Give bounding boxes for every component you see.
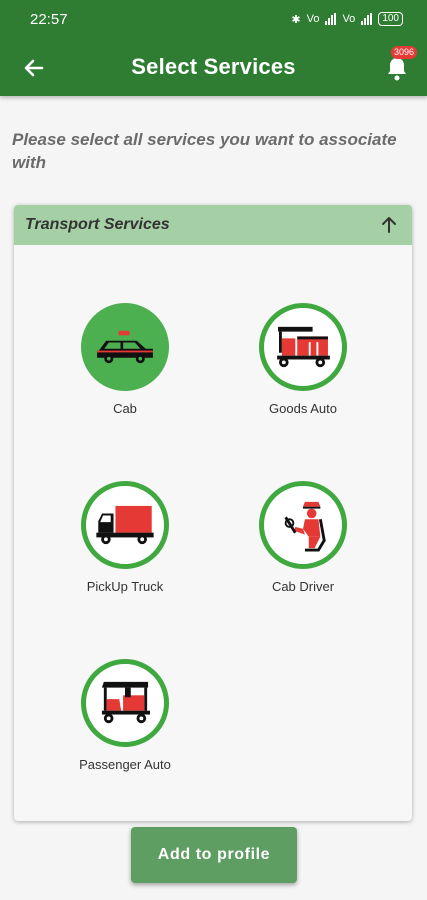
service-icon-circle (81, 481, 169, 569)
signal-label-2: Vo (342, 13, 356, 25)
passenger-auto-icon (101, 681, 150, 724)
add-to-profile-button[interactable]: Add to profile (131, 827, 297, 883)
service-passenger-auto[interactable]: Passenger Auto (50, 659, 200, 772)
service-icon-circle (81, 303, 169, 391)
bluetooth-icon: ✱ (291, 13, 301, 26)
service-label: Cab Driver (271, 579, 335, 594)
battery-icon: 100 (378, 12, 403, 26)
app-bar: 22:57 ✱ Vo Vo 100 Select Services 3096 (0, 0, 427, 96)
notification-badge: 3096 (390, 46, 417, 59)
goods-auto-icon (277, 326, 330, 368)
category-title: Transport Services (25, 216, 170, 233)
instructions-text: Please select all services you want to a… (12, 130, 397, 172)
signal-label-1: Vo (306, 13, 320, 25)
service-label: Goods Auto (269, 401, 337, 416)
page-title: Select Services (131, 54, 296, 79)
signal-bars-icon (325, 13, 337, 25)
service-label: PickUp Truck (86, 579, 164, 594)
category-header[interactable]: Transport Services (14, 205, 412, 245)
status-time: 22:57 (30, 10, 68, 28)
service-category-card: Transport Services Cab Goods Auto PickUp… (14, 205, 412, 821)
bell-icon (388, 58, 406, 81)
service-icon-circle (259, 481, 347, 569)
arrow-up-icon[interactable] (380, 216, 398, 234)
notifications-button[interactable]: 3096 (383, 46, 417, 82)
service-cab-driver[interactable]: Cab Driver (228, 481, 378, 594)
service-label: Passenger Auto (79, 757, 171, 772)
signal-bars-icon-2 (361, 13, 373, 25)
taxi-car-icon (97, 330, 153, 364)
service-icon-circle (259, 303, 347, 391)
pickup-truck-icon (96, 505, 154, 545)
service-goods-auto[interactable]: Goods Auto (228, 303, 378, 416)
service-icon-circle (81, 659, 169, 747)
driver-icon (284, 501, 326, 552)
service-label: Cab (113, 401, 137, 416)
status-icons: ✱ Vo Vo 100 (291, 12, 403, 26)
toolbar: Select Services 3096 (0, 38, 427, 96)
service-cab[interactable]: Cab (50, 303, 200, 416)
status-bar: 22:57 ✱ Vo Vo 100 (0, 0, 427, 38)
service-pickup-truck[interactable]: PickUp Truck (50, 481, 200, 594)
